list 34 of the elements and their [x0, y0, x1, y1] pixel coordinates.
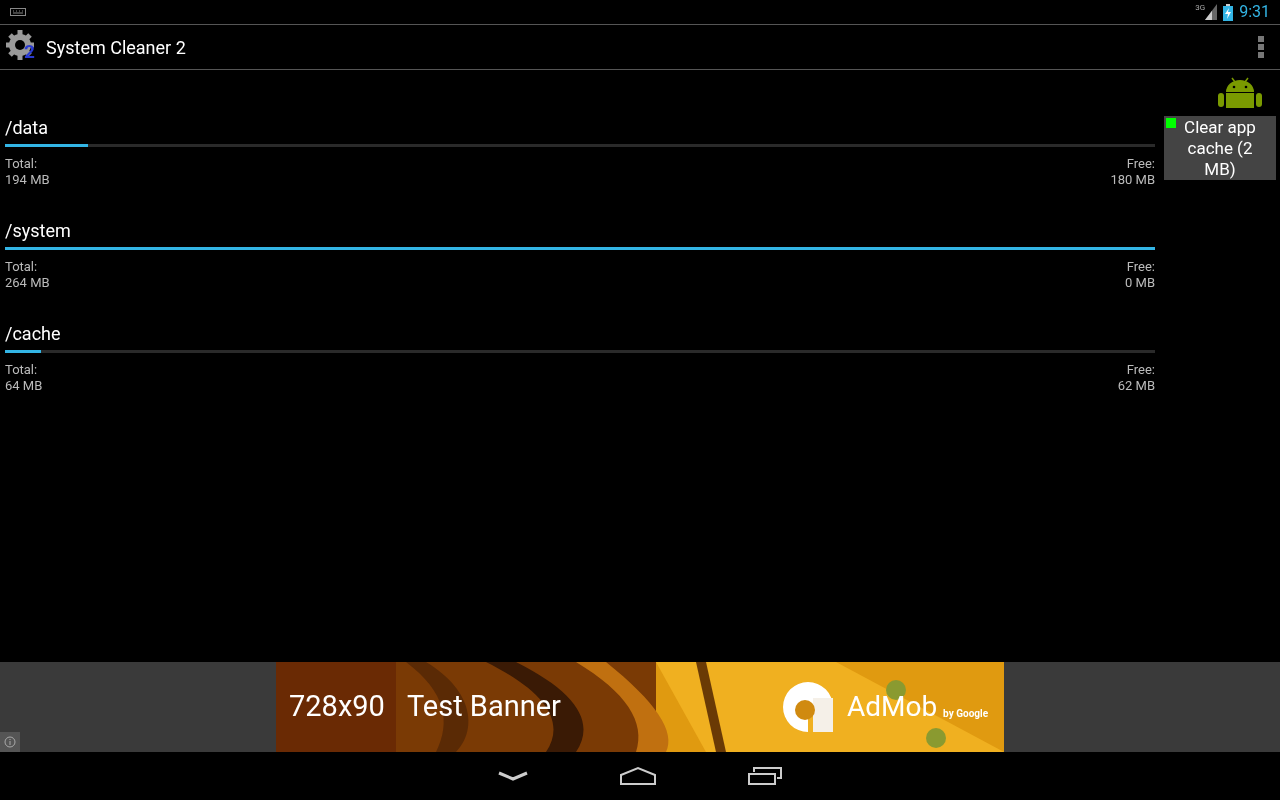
total-label: Total:	[5, 156, 38, 172]
free-label: Free:	[1126, 156, 1155, 172]
total-value: 194 MB	[5, 172, 50, 188]
by-google-text: by Google	[943, 706, 989, 721]
admob-logo-icon	[782, 682, 833, 732]
keyboard-icon	[10, 8, 26, 16]
partition-name: /data	[5, 118, 49, 138]
clear-cache-button[interactable]: Clear app cache (2 MB)	[1164, 116, 1276, 180]
admob-brand-text: AdMob	[846, 689, 938, 725]
android-robot-icon	[1218, 76, 1262, 108]
total-value: 264 MB	[5, 275, 50, 291]
partition-name: /system	[5, 221, 71, 241]
free-label: Free:	[1126, 362, 1155, 378]
free-value: 180 MB	[1110, 172, 1155, 188]
back-button[interactable]	[497, 770, 529, 782]
free-value: 0 MB	[1125, 275, 1155, 291]
logo-number-text: 2	[24, 42, 35, 62]
network-type: 3G	[1195, 2, 1206, 14]
gear-icon	[6, 30, 34, 60]
banner-size-text: 728x90	[289, 688, 385, 726]
clock-time: 9:31	[1239, 1, 1270, 23]
app-title: System Cleaner 2	[46, 35, 186, 60]
free-label: Free:	[1126, 259, 1155, 275]
partition-name: /cache	[5, 324, 61, 344]
total-value: 64 MB	[5, 378, 43, 394]
banner-title: Test Banner	[406, 688, 561, 726]
overflow-menu-button[interactable]	[1256, 34, 1266, 60]
total-label: Total:	[5, 362, 38, 378]
home-button[interactable]	[619, 766, 657, 786]
total-label: Total:	[5, 259, 38, 275]
battery-charging-icon	[1223, 3, 1234, 21]
free-value: 62 MB	[1117, 378, 1155, 394]
recent-apps-button[interactable]	[747, 766, 783, 786]
signal-icon	[1205, 4, 1218, 20]
